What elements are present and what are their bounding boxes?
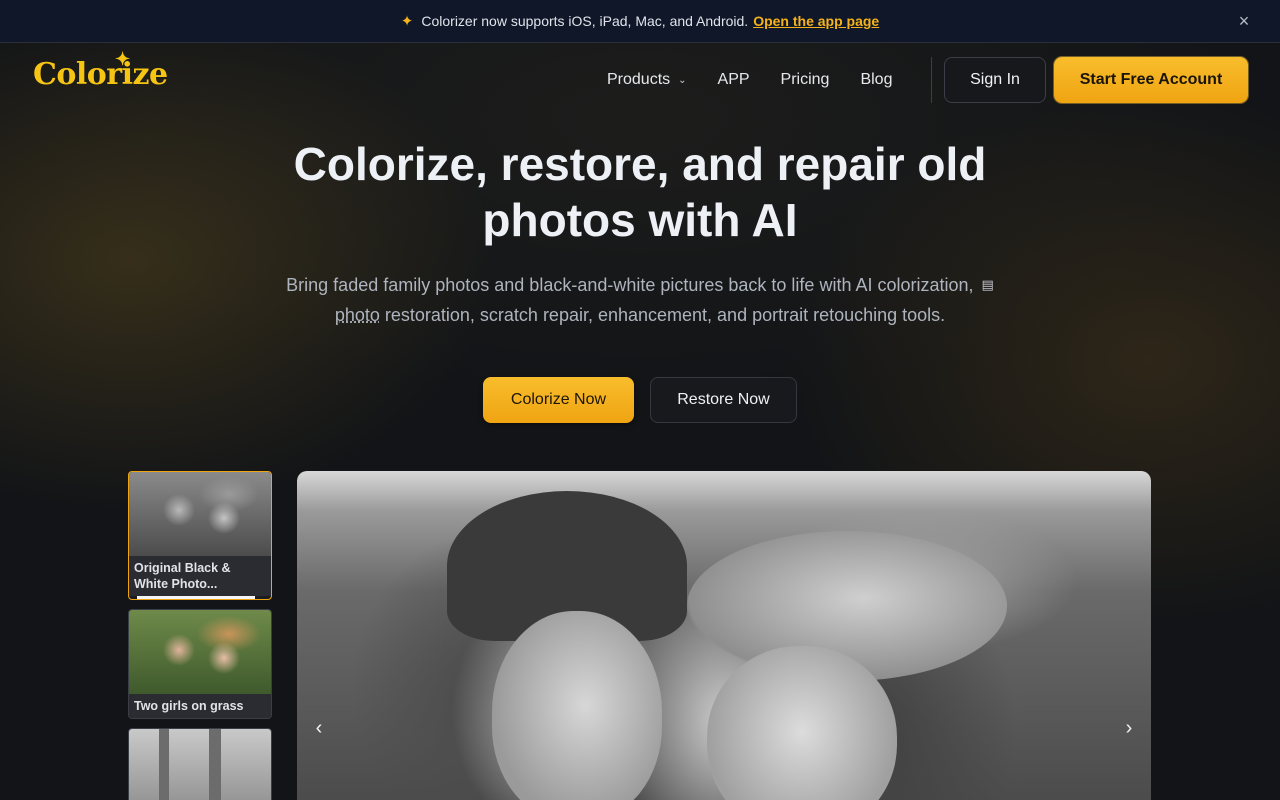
close-icon[interactable]: × <box>1234 11 1254 31</box>
open-app-page-link[interactable]: Open the app page <box>753 13 879 29</box>
nav-app[interactable]: APP <box>718 71 750 89</box>
nav-products[interactable]: Products ⌄ <box>607 71 687 89</box>
site-header: Colorize ✦ Products ⌄ APP Pricing Blog S… <box>0 44 1280 116</box>
nav-pricing[interactable]: Pricing <box>781 71 830 89</box>
start-free-account-button[interactable]: Start Free Account <box>1054 57 1248 103</box>
thumbnail-image <box>129 472 271 556</box>
thumbnail-list: Original Black & White Photo... Two girl… <box>128 471 272 800</box>
nav-divider <box>931 57 932 103</box>
announcement-text: Colorizer now supports iOS, iPad, Mac, a… <box>421 13 749 29</box>
thumbnail-progress-bar <box>137 596 255 599</box>
thumbnail-caption: Original Black & White Photo... <box>129 556 271 596</box>
announcement-bar: ✦ Colorizer now supports iOS, iPad, Mac,… <box>0 0 1280 43</box>
star-icon: ✦ <box>115 49 130 70</box>
main-preview-image: ‹ › <box>297 471 1151 800</box>
thumbnail-two-girls[interactable]: Two girls on grass <box>128 609 272 719</box>
thumbnail-image <box>129 729 271 800</box>
restore-now-button[interactable]: Restore Now <box>650 377 797 423</box>
sign-in-button[interactable]: Sign In <box>944 57 1046 103</box>
nav-products-label: Products <box>607 71 671 88</box>
chevron-right-icon[interactable]: › <box>1117 716 1141 740</box>
photo-face-left <box>492 611 662 800</box>
thumbnail-caption: Two girls on grass <box>129 694 271 718</box>
thumbnail-house[interactable] <box>128 728 272 800</box>
main-nav: Products ⌄ APP Pricing Blog <box>607 44 923 116</box>
sparkles-icon: ✦ <box>400 13 414 30</box>
photo-link[interactable]: photo <box>335 305 380 325</box>
subtitle-text-start: Bring faded family photos and black-and-… <box>286 275 974 295</box>
colorize-now-button[interactable]: Colorize Now <box>483 377 634 423</box>
hero-title: Colorize, restore, and repair old photos… <box>293 138 987 246</box>
logo[interactable]: Colorize ✦ <box>33 49 168 92</box>
hero-subtitle: Bring faded family photos and black-and-… <box>240 270 1040 330</box>
thumbnail-image <box>129 610 271 694</box>
subtitle-text-end: restoration, scratch repair, enhancement… <box>384 305 946 325</box>
nav-blog[interactable]: Blog <box>860 71 892 89</box>
thumbnail-original-bw[interactable]: Original Black & White Photo... <box>128 471 272 600</box>
chevron-left-icon[interactable]: ‹ <box>307 716 331 740</box>
newspaper-icon: ▤ <box>981 277 994 292</box>
chevron-down-icon: ⌄ <box>678 74 687 86</box>
logo-text: Colorize <box>33 57 168 92</box>
